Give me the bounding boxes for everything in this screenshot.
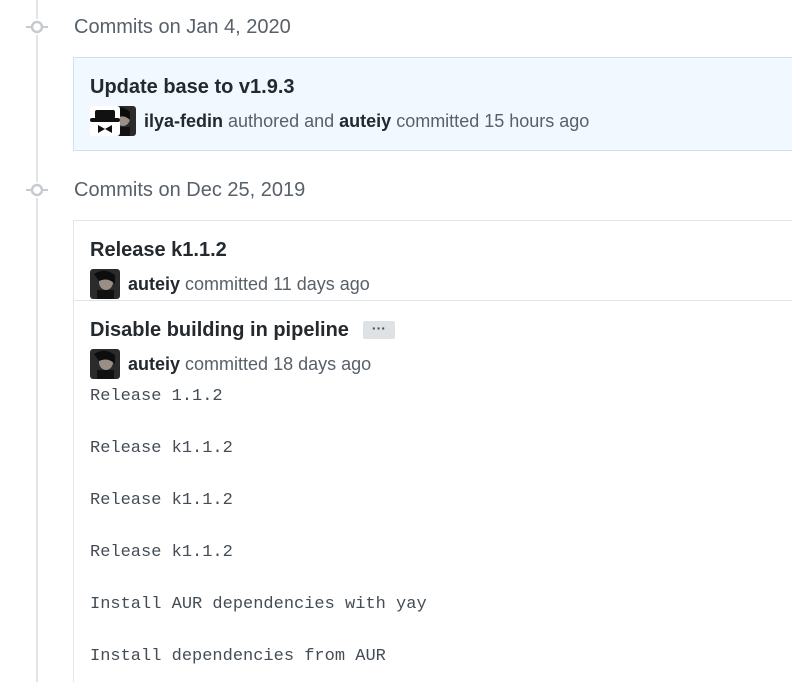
commit-message-line: Release k1.1.2 bbox=[90, 543, 233, 562]
commit-title-link[interactable]: Update base to v1.9.3 bbox=[90, 72, 295, 102]
commit-title-link[interactable]: Disable building in pipeline bbox=[90, 315, 349, 345]
commit-meta: auteiy committed 11 days ago bbox=[90, 267, 792, 301]
commit-message-line: Release 1.1.2 bbox=[90, 387, 223, 406]
author-avatar[interactable] bbox=[90, 106, 120, 136]
commit-group-header: Commits on Dec 25, 2019 bbox=[0, 175, 792, 205]
committed-time: committed 15 hours ago bbox=[396, 110, 590, 131]
commit-message-line: Release k1.1.2 bbox=[90, 491, 233, 510]
commit-item: Disable building in pipeline ··· auteiy … bbox=[74, 300, 792, 682]
commit-item: Release k1.1.2 auteiy committed 11 days … bbox=[74, 221, 792, 300]
committed-time: committed 11 days ago bbox=[185, 273, 370, 294]
committer-avatar[interactable] bbox=[90, 349, 120, 379]
committer-link[interactable]: auteiy bbox=[128, 354, 180, 375]
timeline-line bbox=[36, 0, 38, 682]
commit-message-body: Release 1.1.2 Release k1.1.2 Release k1.… bbox=[90, 387, 792, 682]
commit-message-line: Install dependencies from AUR bbox=[90, 647, 386, 666]
commit-group-title: Commits on Dec 25, 2019 bbox=[74, 179, 306, 201]
commit-meta: ilya-fedin authored and auteiy committed… bbox=[90, 104, 792, 138]
commit-title-link[interactable]: Release k1.1.2 bbox=[90, 235, 227, 265]
expand-message-button[interactable]: ··· bbox=[362, 321, 395, 339]
git-commit-icon bbox=[26, 19, 48, 35]
committer-link[interactable]: auteiy bbox=[128, 274, 180, 295]
commit-meta: auteiy committed 18 days ago bbox=[90, 347, 792, 381]
git-commit-icon bbox=[26, 182, 48, 198]
commit-message-line: Install AUR dependencies with yay bbox=[90, 595, 427, 614]
committer-link[interactable]: auteiy bbox=[339, 111, 391, 132]
commit-list-box: Update base to v1.9.3 ilya-fedin authore… bbox=[73, 57, 792, 151]
avatar-stack bbox=[90, 106, 136, 136]
committed-time: committed 18 days ago bbox=[185, 353, 372, 374]
commit-message-line: Release k1.1.2 bbox=[90, 439, 233, 458]
committer-avatar[interactable] bbox=[90, 269, 120, 299]
commit-group-title: Commits on Jan 4, 2020 bbox=[74, 16, 291, 38]
commit-group-header: Commits on Jan 4, 2020 bbox=[0, 12, 792, 42]
commits-page: Commits on Jan 4, 2020 Update base to v1… bbox=[0, 0, 792, 682]
authored-text: authored and bbox=[228, 110, 335, 131]
commit-item: Update base to v1.9.3 ilya-fedin authore… bbox=[74, 58, 792, 138]
commit-list-box: Release k1.1.2 auteiy committed 11 days … bbox=[73, 220, 792, 682]
author-link[interactable]: ilya-fedin bbox=[144, 111, 223, 132]
